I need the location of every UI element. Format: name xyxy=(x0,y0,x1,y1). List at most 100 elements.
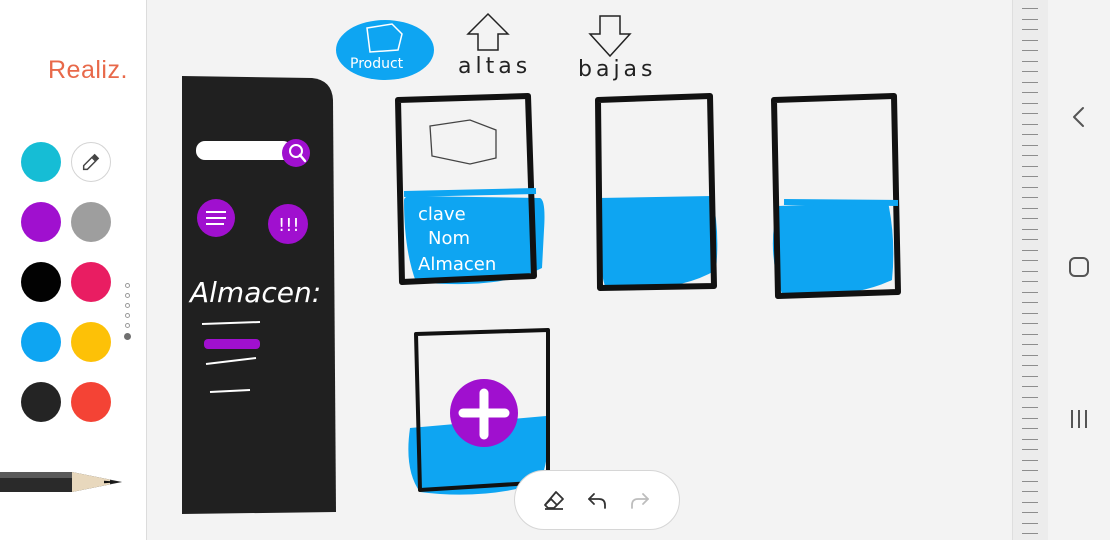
ruler-tick xyxy=(1022,418,1038,419)
page-dot-active xyxy=(124,333,131,340)
svg-text:Product: Product xyxy=(350,56,404,72)
ruler-tick xyxy=(1022,313,1038,314)
ruler-tick xyxy=(1022,82,1038,83)
ruler-tick xyxy=(1022,271,1038,272)
ruler-tick xyxy=(1022,533,1038,534)
sketch-bajas-arrow xyxy=(588,15,632,58)
page-dot xyxy=(125,293,130,298)
page-dot xyxy=(125,283,130,288)
page-dot xyxy=(125,323,130,328)
ruler-tick xyxy=(1022,281,1038,282)
color-swatch-charcoal[interactable] xyxy=(21,382,61,422)
svg-text:Nom: Nom xyxy=(428,228,470,249)
ruler-tick xyxy=(1022,512,1038,513)
ruler-tick xyxy=(1022,355,1038,356)
palette-page-indicator[interactable] xyxy=(124,283,133,345)
ruler-tick xyxy=(1022,218,1038,219)
ruler-tick xyxy=(1022,40,1038,41)
color-swatch-purple[interactable] xyxy=(21,202,61,242)
svg-text:Almacen: Almacen xyxy=(418,254,496,275)
ruler-tick xyxy=(1022,197,1038,198)
ruler-tick xyxy=(1022,491,1038,492)
ruler-tick xyxy=(1022,323,1038,324)
ruler-tick xyxy=(1022,239,1038,240)
eraser-button[interactable] xyxy=(537,483,571,517)
system-navigation-bar xyxy=(1048,0,1110,540)
redo-icon xyxy=(630,493,649,509)
ruler-tick xyxy=(1022,481,1038,482)
ruler-tick xyxy=(1022,260,1038,261)
eyedropper-button[interactable] xyxy=(71,142,111,182)
page-dot xyxy=(125,313,130,318)
color-palette-panel: Realiz. xyxy=(0,0,147,540)
ruler-tick xyxy=(1022,176,1038,177)
color-swatch-pink[interactable] xyxy=(71,262,111,302)
pencil-tool-icon[interactable] xyxy=(0,462,130,498)
color-swatch-blue[interactable] xyxy=(21,322,61,362)
undo-button[interactable] xyxy=(580,483,614,517)
ruler-tick xyxy=(1022,460,1038,461)
eyedropper-icon xyxy=(82,153,100,171)
back-chevron-icon xyxy=(1073,107,1084,127)
ruler-tick xyxy=(1022,334,1038,335)
sketch-almacen-label: Almacen: xyxy=(188,276,321,309)
ruler-tick xyxy=(1022,502,1038,503)
ruler-tick xyxy=(1022,8,1038,9)
ruler-tick xyxy=(1022,439,1038,440)
ruler-tick xyxy=(1022,61,1038,62)
done-button[interactable]: Realiz. xyxy=(48,56,128,85)
ruler-tick xyxy=(1022,50,1038,51)
svg-text:!!!: !!! xyxy=(278,215,300,236)
sketch-altas-arrow xyxy=(466,12,510,51)
undo-icon xyxy=(588,493,606,509)
ruler-tick xyxy=(1022,302,1038,303)
ruler-tick xyxy=(1022,376,1038,377)
ruler-tick xyxy=(1022,292,1038,293)
drawing-canvas[interactable]: !!! Almacen: Product altas bajas clave N… xyxy=(146,0,1012,540)
page-dot xyxy=(125,303,130,308)
ruler-tick xyxy=(1022,166,1038,167)
eraser-icon xyxy=(544,491,565,510)
sketch-selected-item xyxy=(204,339,260,349)
ruler-tick xyxy=(1022,113,1038,114)
ruler-tick xyxy=(1022,92,1038,93)
color-swatch-gray[interactable] xyxy=(71,202,111,242)
ruler-tick xyxy=(1022,124,1038,125)
back-button[interactable] xyxy=(1064,102,1094,132)
sketch-layer: !!! Almacen: Product altas bajas clave N… xyxy=(182,12,901,514)
ruler-tick xyxy=(1022,250,1038,251)
svg-text:clave: clave xyxy=(418,204,466,225)
ruler-tick xyxy=(1022,71,1038,72)
home-button[interactable] xyxy=(1064,252,1094,282)
ruler-tick xyxy=(1022,229,1038,230)
ruler-tick xyxy=(1022,145,1038,146)
ruler-tick xyxy=(1022,155,1038,156)
ruler-tick xyxy=(1022,470,1038,471)
recents-bars-icon xyxy=(1071,410,1087,428)
ruler-tick xyxy=(1022,187,1038,188)
ruler-tick xyxy=(1022,523,1038,524)
color-swatch-amber[interactable] xyxy=(71,322,111,362)
ruler-tick xyxy=(1022,208,1038,209)
color-swatch-cyan[interactable] xyxy=(21,142,61,182)
home-square-icon xyxy=(1069,257,1089,277)
color-swatch-black[interactable] xyxy=(21,262,61,302)
recents-button[interactable] xyxy=(1064,404,1094,434)
ruler-tick xyxy=(1022,449,1038,450)
ruler-tick xyxy=(1022,103,1038,104)
ruler-tick xyxy=(1022,428,1038,429)
ruler-tick xyxy=(1022,134,1038,135)
redo-button[interactable] xyxy=(623,483,657,517)
ruler-tick xyxy=(1022,407,1038,408)
ruler-tick xyxy=(1022,29,1038,30)
sketch-bajas-label: bajas xyxy=(578,57,657,82)
sketch-search-button xyxy=(282,139,310,167)
ruler-tick xyxy=(1022,344,1038,345)
drawing-toolbar xyxy=(514,470,680,530)
color-swatch-red[interactable] xyxy=(71,382,111,422)
ruler-tick xyxy=(1022,19,1038,20)
canvas-ruler[interactable] xyxy=(1012,0,1049,540)
sketch-altas-label: altas xyxy=(458,54,531,79)
sketch-search-bar xyxy=(196,141,292,160)
ruler-tick xyxy=(1022,386,1038,387)
